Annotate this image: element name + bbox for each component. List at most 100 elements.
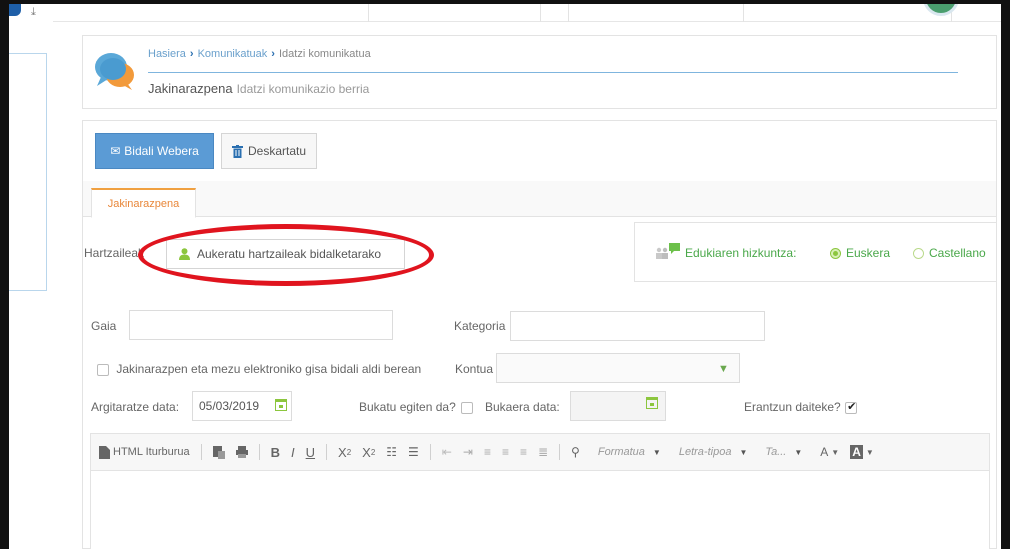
underline-icon[interactable]: U <box>306 445 315 460</box>
font-dropdown-label: Letra-tipoa <box>678 446 732 458</box>
calendar-icon[interactable] <box>646 397 658 409</box>
print-icon[interactable] <box>235 446 248 458</box>
download-icon[interactable]: ⤓ <box>31 6 36 19</box>
html-source-label: HTML Iturburua <box>113 446 190 458</box>
caret-down-icon: ▼ <box>652 447 661 457</box>
can-reply-label: Erantzun daiteke? <box>744 400 841 414</box>
compose-card: ✉ Bidali Webera Deskartatu Jakinarazpena… <box>82 120 997 549</box>
background-color-button[interactable]: A ▼ <box>850 445 874 459</box>
radio-unselected[interactable] <box>913 247 924 259</box>
superscript-icon[interactable]: X2 <box>362 445 375 460</box>
publish-date-label: Argitaratze data: <box>91 400 180 414</box>
align-left-icon[interactable]: ≡ <box>484 445 491 459</box>
toolbar-separator <box>429 444 431 460</box>
language-option-castellano[interactable]: Castellano <box>913 246 986 260</box>
bulleted-list-icon[interactable]: ☰ <box>408 445 419 459</box>
indent-icon[interactable]: ⇥ <box>463 445 473 459</box>
format-dropdown[interactable]: Formatua ▼ <box>598 446 661 458</box>
toolbar-separator <box>200 444 202 460</box>
discard-button[interactable]: Deskartatu <box>221 133 317 169</box>
avatar[interactable] <box>923 0 959 16</box>
breadcrumb: Hasiera › Komunikatuak › Idatzi komunikatua <box>148 48 371 60</box>
align-right-icon[interactable]: ≡ <box>520 445 527 459</box>
align-center-icon[interactable]: ≡ <box>502 445 509 459</box>
language-option-label: Castellano <box>929 246 986 260</box>
chevron-right-icon: › <box>271 48 275 60</box>
tab-notification[interactable]: Jakinarazpena <box>91 188 196 218</box>
background-color-label: A <box>850 445 863 459</box>
header-card: Hasiera › Komunikatuak › Idatzi komunikatua … <box>82 35 997 109</box>
numbered-list-icon[interactable]: ☷ <box>386 445 397 459</box>
finished-label: Bukatu egiten da? <box>359 400 456 414</box>
toolbar-separator <box>258 444 260 460</box>
content-language-label: Edukiaren hizkuntza: <box>685 246 797 260</box>
caret-down-icon: ▼ <box>865 447 874 457</box>
account-label: Kontua <box>455 362 494 376</box>
editor-toolbar: HTML Iturburua B I U X2 X2 ☷ ☰ ⇤ ⇥ ≡ ≡ ≡… <box>90 433 990 471</box>
navbar-divider <box>540 4 541 22</box>
trash-icon <box>231 144 243 158</box>
finished-option[interactable]: Bukatu egiten da? <box>359 400 474 414</box>
language-option-euskera[interactable]: Euskera <box>830 246 890 260</box>
users-language-icon <box>656 243 680 259</box>
editor-content-area[interactable] <box>90 471 990 549</box>
subscript-icon[interactable]: X2 <box>338 445 351 460</box>
language-option-label: Euskera <box>846 246 891 260</box>
toolbar-separator <box>559 444 561 460</box>
document-icon <box>99 445 110 459</box>
dropdown-arrow-icon[interactable]: ▼ <box>718 363 729 375</box>
also-email-checkbox[interactable] <box>97 363 109 376</box>
send-to-web-button[interactable]: ✉ Bidali Webera <box>95 133 214 169</box>
send-button-label: Bidali Webera <box>124 144 199 158</box>
chat-bubbles-icon <box>95 53 134 90</box>
text-color-button[interactable]: A ▼ <box>820 445 839 459</box>
link-icon[interactable]: ⚲ <box>571 445 580 459</box>
size-dropdown[interactable]: Ta... ▼ <box>765 446 802 458</box>
tab-strip <box>83 181 996 217</box>
page-subtitle: Idatzi komunikazio berria <box>236 82 370 96</box>
breadcrumb-underline <box>148 72 958 73</box>
end-date-label: Bukaera data: <box>485 400 560 414</box>
chevron-right-icon: › <box>189 48 194 60</box>
format-dropdown-label: Formatua <box>597 446 645 458</box>
account-select[interactable] <box>496 353 740 383</box>
navbar-divider <box>743 4 744 22</box>
bold-icon[interactable]: B <box>271 445 280 460</box>
size-dropdown-label: Ta... <box>765 446 787 458</box>
annotation-ellipse <box>138 224 434 286</box>
page-title: Jakinarazpena Idatzi komunikazio berria <box>148 81 369 96</box>
html-source-button[interactable]: HTML Iturburua <box>99 445 190 459</box>
align-justify-icon[interactable]: ≣ <box>538 445 548 459</box>
also-email-option[interactable]: Jakinarazpen eta mezu elektroniko gisa b… <box>97 362 421 376</box>
page-title-main: Jakinarazpena <box>148 81 233 96</box>
category-input[interactable] <box>510 311 765 341</box>
outdent-icon[interactable]: ⇤ <box>442 445 452 459</box>
subject-input[interactable] <box>129 310 393 340</box>
category-label: Kategoria <box>454 319 506 333</box>
navbar-divider <box>568 4 569 22</box>
can-reply-option[interactable]: Erantzun daiteke? <box>744 400 858 414</box>
app-logo <box>9 4 21 16</box>
navbar-divider <box>368 4 369 22</box>
text-color-label: A <box>820 445 829 459</box>
recipients-label: Hartzaileak <box>84 246 145 260</box>
font-dropdown[interactable]: Letra-tipoa ▼ <box>679 446 748 458</box>
breadcrumb-communications[interactable]: Komunikatuak <box>198 48 268 60</box>
envelope-icon: ✉ <box>110 144 121 158</box>
paste-icon[interactable] <box>212 445 225 459</box>
discard-button-label: Deskartatu <box>247 144 307 158</box>
caret-down-icon: ▼ <box>739 447 748 457</box>
calendar-icon[interactable] <box>275 399 287 411</box>
caret-down-icon: ▼ <box>831 447 840 457</box>
finished-checkbox[interactable] <box>461 401 474 414</box>
top-navbar <box>53 0 1001 22</box>
italic-icon[interactable]: I <box>291 445 295 460</box>
language-selector: Edukiaren hizkuntza: Euskera Castellano <box>634 222 996 282</box>
breadcrumb-current: Idatzi komunikatua <box>278 48 371 60</box>
also-email-label: Jakinarazpen eta mezu elektroniko gisa b… <box>116 362 422 376</box>
toolbar-separator <box>326 444 328 460</box>
can-reply-checkbox[interactable] <box>845 400 858 414</box>
breadcrumb-home[interactable]: Hasiera <box>148 48 186 60</box>
radio-selected[interactable] <box>830 247 841 259</box>
side-panel <box>9 53 47 291</box>
